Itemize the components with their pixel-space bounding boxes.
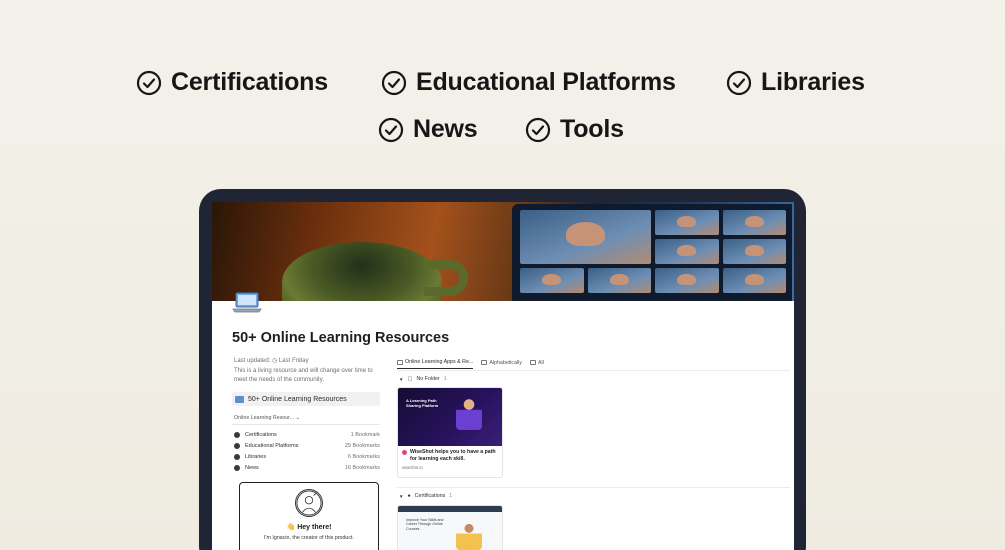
video-tile [722, 210, 786, 235]
info-icon [234, 431, 240, 438]
video-tile [655, 239, 719, 264]
group-count: 1 [449, 493, 453, 499]
laptop-icon[interactable] [232, 292, 262, 314]
thumbnail-person [456, 396, 482, 430]
cover-image [212, 202, 794, 301]
feature-label: News [413, 115, 478, 143]
feature-tools: Tools [525, 115, 624, 144]
divider [397, 487, 790, 488]
folder-name: News [245, 464, 259, 471]
board-icon [397, 359, 403, 365]
bookmark-folder-list: Certifications 1 Bookmark Educational Pl… [234, 429, 380, 473]
list-item[interactable]: Educational Platforms 29 Bookmarks [234, 440, 380, 451]
check-circle-icon [136, 70, 162, 95]
bookmark-card[interactable]: A Learning Path Sharing Platform WiseSho… [397, 387, 503, 478]
folder-name: Educational Platforms [245, 442, 299, 449]
folder-icon: ▢ [407, 376, 413, 382]
feature-libraries: Libraries [726, 68, 865, 97]
page-title: 50+ Online Learning Resources [232, 330, 450, 346]
tab-label: Alphabetically [489, 359, 523, 366]
thumbnail-person [456, 520, 482, 550]
tab-label: Online Learning Apps & Re... [405, 359, 474, 365]
check-circle-icon [381, 70, 407, 95]
list-item[interactable]: News 16 Bookmarks [234, 462, 380, 473]
coffee-cup-handle [424, 260, 468, 296]
card-thumbnail: A Learning Path Sharing Platform [398, 388, 502, 446]
video-tile [520, 268, 584, 293]
tab-online-learning-apps[interactable]: Online Learning Apps & Re... [397, 359, 474, 369]
page-description: This is a living resource and will chang… [234, 368, 373, 383]
card-thumbnail: Improve Your Skills and Career Through O… [398, 506, 502, 550]
video-tile [655, 268, 719, 293]
table-icon [530, 360, 537, 365]
group-count: 1 [443, 376, 447, 382]
video-tile [520, 210, 651, 264]
check-circle-icon [525, 117, 551, 142]
bookmark-card[interactable]: Improve Your Skills and Career Through O… [397, 505, 503, 550]
notion-page: 50+ Online Learning Resources Last updat… [212, 202, 794, 550]
divider [232, 424, 380, 425]
tab-label: All [538, 359, 544, 366]
group-certifications[interactable]: ▼ ● Certifications 1 [399, 493, 452, 499]
info-icon [234, 464, 240, 471]
callout-label: 50+ Online Learning Resources [248, 395, 347, 403]
greeting-text: Hey there! [297, 524, 332, 531]
favicon-icon [402, 450, 407, 455]
feature-educational-platforms: Educational Platforms [381, 68, 676, 97]
card-url: wiseshot.io [402, 465, 423, 471]
bookmark-count: 6 Bookmarks [347, 453, 380, 460]
info-icon [234, 442, 240, 449]
card-title: WiseShot helps you to have a path for le… [398, 446, 502, 462]
bookmark-count: 29 Bookmarks [344, 442, 380, 449]
card-title-text: WiseShot helps you to have a path for le… [410, 449, 496, 462]
callout-link[interactable]: 50+ Online Learning Resources [232, 392, 380, 406]
list-item[interactable]: Certifications 1 Bookmark [234, 429, 380, 440]
last-updated: Last updated: ◷ Last Friday [234, 358, 309, 364]
sort-icon [481, 360, 488, 365]
video-call-monitor [512, 204, 792, 301]
bookmark-count: 16 Bookmarks [344, 464, 380, 471]
bookmark-count: 1 Bookmark [350, 431, 380, 438]
check-circle-icon [726, 70, 752, 95]
folder-name: Certifications [245, 431, 277, 438]
tab-all[interactable]: All [530, 359, 544, 369]
info-icon [234, 453, 240, 460]
collapse-triangle-icon: ▼ [399, 493, 404, 499]
info-icon: ● [407, 493, 411, 499]
thumbnail-headline: Improve Your Skills and Career Through O… [406, 518, 444, 531]
feature-label: Educational Platforms [416, 68, 676, 96]
video-tile [722, 239, 786, 264]
feature-label: Certifications [171, 68, 328, 96]
thumbnail-headline: A Learning Path Sharing Platform [406, 398, 439, 408]
greeting-title: 👋 Hey there! [286, 524, 332, 531]
feature-label: Tools [560, 115, 624, 143]
folder-name: Libraries [245, 453, 267, 460]
database-view-tab[interactable]: Online Learning Resour... ⌄ [234, 415, 300, 421]
greeting-subtitle: I'm Ignacio, the creator of this product… [264, 535, 354, 541]
feature-label: Libraries [761, 68, 865, 96]
laptop-icon [235, 395, 244, 403]
avatar-sketch-icon [295, 489, 323, 517]
collapse-triangle-icon: ▼ [399, 376, 404, 382]
group-name: No Folder [416, 376, 440, 382]
group-name: Certifications [414, 493, 446, 499]
group-no-folder[interactable]: ▼ ▢ No Folder 1 [399, 376, 447, 382]
coffee-cup [282, 242, 442, 301]
feature-news: News [378, 115, 478, 144]
video-tile [587, 268, 651, 293]
list-item[interactable]: Libraries 6 Bookmarks [234, 451, 380, 462]
board-view-tabs: Online Learning Apps & Re... Alphabetica… [397, 359, 544, 369]
video-tile [655, 210, 719, 235]
check-circle-icon [378, 117, 404, 142]
laptop-frame: 50+ Online Learning Resources Last updat… [199, 189, 806, 550]
divider [397, 370, 790, 371]
video-tile [722, 268, 786, 293]
tab-alphabetically[interactable]: Alphabetically [481, 359, 522, 369]
creator-card: 👋 Hey there! I'm Ignacio, the creator of… [239, 482, 379, 550]
feature-certifications: Certifications [136, 68, 328, 97]
